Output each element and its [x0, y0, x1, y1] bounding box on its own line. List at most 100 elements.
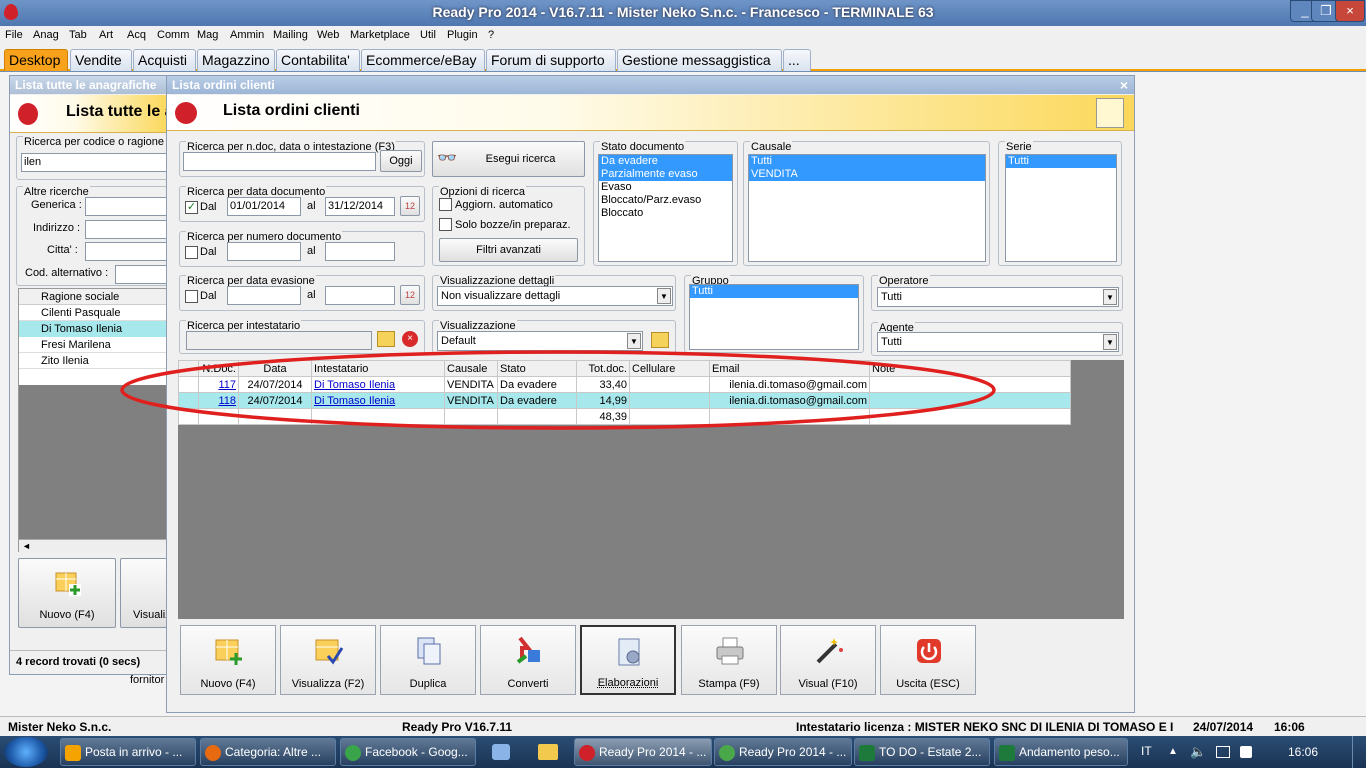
- taskbar-clock: 16:06: [1288, 745, 1319, 759]
- ragione-sociale-header[interactable]: Ragione sociale: [19, 289, 169, 305]
- users-icon[interactable]: [1096, 98, 1124, 128]
- show-desktop-button[interactable]: [1352, 736, 1366, 768]
- date-to-input[interactable]: 31/12/2014: [325, 197, 395, 216]
- menu-marketplace[interactable]: Marketplace: [350, 29, 410, 41]
- menu-mag[interactable]: Mag: [197, 29, 218, 41]
- taskbar-item-readypro-1[interactable]: Ready Pro 2014 - ...: [574, 738, 712, 766]
- close-button[interactable]: ×: [1335, 0, 1365, 22]
- menu-util[interactable]: Util: [420, 29, 436, 41]
- list-item[interactable]: Da evadere: [599, 155, 732, 168]
- taskbar-item-firefox[interactable]: Categoria: Altre ...: [200, 738, 336, 766]
- elaborazioni-button[interactable]: Elaborazioni: [580, 625, 676, 695]
- media-player-icon[interactable]: [492, 744, 510, 760]
- anag-new-button[interactable]: Nuovo (F4): [18, 558, 116, 628]
- converti-button[interactable]: Converti: [480, 625, 576, 695]
- tab-magazzino[interactable]: Magazzino: [197, 49, 275, 71]
- generica-input[interactable]: [85, 197, 169, 216]
- flag-icon[interactable]: [1240, 746, 1252, 758]
- language-indicator[interactable]: IT: [1141, 744, 1152, 758]
- oggi-button[interactable]: Oggi: [380, 150, 422, 172]
- operatore-group: Operatore Tutti ▼: [871, 275, 1123, 311]
- dal-checkbox[interactable]: ✓: [185, 201, 198, 214]
- menu-art[interactable]: Art: [99, 29, 113, 41]
- aggiorn-checkbox[interactable]: [439, 198, 452, 211]
- evas-dal-checkbox[interactable]: [185, 290, 198, 303]
- vis-dettagli-select[interactable]: Non visualizzare dettagli ▼: [437, 286, 673, 306]
- list-item[interactable]: Tutti: [1006, 155, 1116, 168]
- stato-list[interactable]: Da evadere Parzialmente evaso Evaso Bloc…: [598, 154, 733, 262]
- tab-messaggistica[interactable]: Gestione messaggistica: [617, 49, 782, 71]
- tray-chevron-icon[interactable]: ▲: [1168, 746, 1178, 757]
- menu-ammin[interactable]: Ammin: [230, 29, 264, 41]
- taskbar-item-excel-2[interactable]: Andamento peso...: [994, 738, 1128, 766]
- filtri-avanzati-button[interactable]: Filtri avanzati: [439, 238, 578, 262]
- close-icon[interactable]: ×: [1120, 76, 1128, 94]
- nuovo-button[interactable]: Nuovo (F4): [180, 625, 276, 695]
- visualizza-button[interactable]: Visualizza (F2): [280, 625, 376, 695]
- folder-icon[interactable]: [538, 744, 558, 760]
- list-item[interactable]: Parzialmente evaso: [599, 168, 732, 181]
- tab-contabilita[interactable]: Contabilita': [276, 49, 360, 71]
- menu-help[interactable]: ?: [488, 29, 494, 41]
- taskbar-item-outlook[interactable]: Posta in arrivo - ...: [60, 738, 196, 766]
- tab-vendite[interactable]: Vendite: [70, 49, 132, 71]
- list-item[interactable]: Evaso: [599, 181, 732, 194]
- taskbar-item-chrome[interactable]: Facebook - Goog...: [340, 738, 476, 766]
- serie-list[interactable]: Tutti: [1005, 154, 1117, 262]
- grid-add-icon: [215, 639, 242, 665]
- menu-file[interactable]: File: [5, 29, 23, 41]
- list-item[interactable]: VENDITA: [749, 168, 985, 181]
- num-from-input[interactable]: [227, 242, 301, 261]
- tab-forum[interactable]: Forum di supporto: [486, 49, 616, 71]
- anag-view-button[interactable]: Visualiz: [120, 558, 170, 628]
- causale-list[interactable]: Tutti VENDITA: [748, 154, 986, 262]
- cod-alternativo-input[interactable]: [115, 265, 169, 284]
- num-to-input[interactable]: [325, 242, 395, 261]
- taskbar-item-excel-1[interactable]: TO DO - Estate 2...: [854, 738, 990, 766]
- duplica-button[interactable]: Duplica: [380, 625, 476, 695]
- tab-desktop[interactable]: Desktop: [4, 49, 68, 71]
- gruppo-list[interactable]: Tutti: [689, 284, 859, 350]
- list-item[interactable]: Tutti: [690, 285, 858, 298]
- tab-more[interactable]: ...: [783, 49, 811, 71]
- evas-to-input[interactable]: [325, 286, 395, 305]
- anagrafiche-search-input[interactable]: ilen: [21, 153, 167, 172]
- table-row[interactable]: Cilenti Pasquale: [19, 305, 169, 321]
- tab-acquisti[interactable]: Acquisti: [133, 49, 196, 71]
- table-row[interactable]: Di Tomaso Ilenia: [19, 321, 169, 337]
- serie-group: Serie Tutti: [998, 141, 1122, 266]
- tab-ecommerce[interactable]: Ecommerce/eBay: [361, 49, 485, 71]
- ndoc-search-input[interactable]: [183, 152, 376, 171]
- network-icon[interactable]: [1216, 746, 1230, 758]
- operatore-select[interactable]: Tutti ▼: [877, 287, 1119, 307]
- horizontal-scrollbar[interactable]: ◄: [19, 539, 169, 553]
- date-from-input[interactable]: 01/01/2014: [227, 197, 301, 216]
- taskbar-item-readypro-2[interactable]: Ready Pro 2014 - ...: [714, 738, 852, 766]
- uscita-button[interactable]: Uscita (ESC): [880, 625, 976, 695]
- start-button[interactable]: [4, 737, 48, 767]
- evas-from-input[interactable]: [227, 286, 301, 305]
- stampa-button[interactable]: Stampa (F9): [681, 625, 777, 695]
- status-version: Ready Pro V16.7.11: [402, 720, 513, 734]
- duplicate-icon: [417, 637, 441, 665]
- menu-comm[interactable]: Comm: [157, 29, 189, 41]
- citta-input[interactable]: [85, 242, 169, 261]
- list-item[interactable]: Tutti: [749, 155, 985, 168]
- visual-button[interactable]: Visual (F10): [780, 625, 876, 695]
- menu-tab[interactable]: Tab: [69, 29, 87, 41]
- status-company: Mister Neko S.n.c.: [8, 720, 112, 734]
- indirizzo-input[interactable]: [85, 220, 169, 239]
- menu-plugin[interactable]: Plugin: [447, 29, 478, 41]
- list-item[interactable]: Bloccato/Parz.evaso: [599, 194, 732, 207]
- menu-mailing[interactable]: Mailing: [273, 29, 308, 41]
- esegui-ricerca-button[interactable]: 👓 Esegui ricerca: [432, 141, 585, 177]
- menu-acq[interactable]: Acq: [127, 29, 146, 41]
- menu-web[interactable]: Web: [317, 29, 339, 41]
- calendar-icon[interactable]: 12: [400, 285, 420, 305]
- num-dal-checkbox[interactable]: [185, 246, 198, 259]
- calendar-icon[interactable]: 12: [400, 196, 420, 216]
- volume-icon[interactable]: 🔈: [1190, 744, 1206, 760]
- list-item[interactable]: Bloccato: [599, 207, 732, 220]
- menu-anag[interactable]: Anag: [33, 29, 59, 41]
- bozze-checkbox[interactable]: [439, 218, 452, 231]
